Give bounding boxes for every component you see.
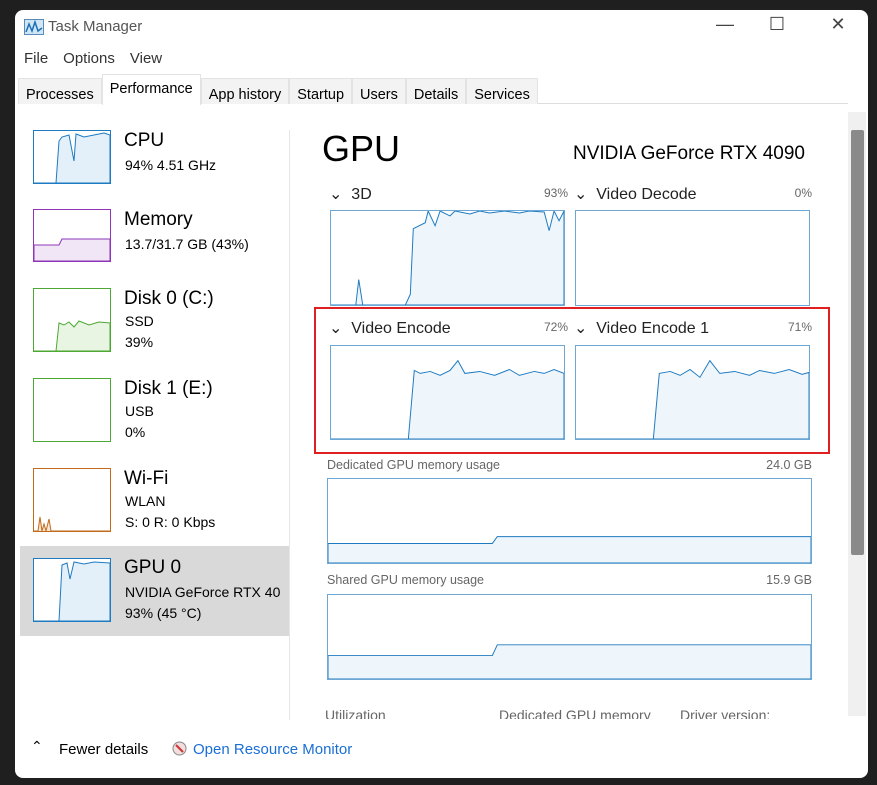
sidebar-item-gpu0[interactable]: GPU 0 NVIDIA GeForce RTX 40 93% (45 °C) <box>20 546 290 636</box>
sidebar-sub: WLAN <box>125 491 165 512</box>
tab-startup[interactable]: Startup <box>289 78 352 104</box>
graph-shared-memory <box>327 594 812 680</box>
chevron-up-icon[interactable]: ⌃ <box>31 738 43 755</box>
scrollbar-thumb[interactable] <box>851 130 864 555</box>
shared-memory-label: Shared GPU memory usage <box>327 573 484 587</box>
sidebar-sub: 93% (45 °C) <box>125 603 201 624</box>
dedicated-memory-label: Dedicated GPU memory usage <box>327 458 500 472</box>
highlight-box <box>314 307 830 454</box>
shared-memory-max: 15.9 GB <box>752 573 812 587</box>
title-bar: Task Manager <box>24 18 142 35</box>
graph-dedicated-memory <box>327 478 812 564</box>
sidebar-label: Memory <box>124 209 193 231</box>
tab-users[interactable]: Users <box>352 78 406 104</box>
disk0-thumbnail-graph <box>33 288 111 352</box>
engine-pct: 0% <box>752 186 812 200</box>
tab-details[interactable]: Details <box>406 78 466 104</box>
dedicated-memory-max: 24.0 GB <box>752 458 812 472</box>
sidebar-label: Disk 0 (C:) <box>124 288 214 310</box>
gpu-model: NVIDIA GeForce RTX 4090 <box>573 143 805 165</box>
sidebar-item-disk0[interactable]: Disk 0 (C:) SSD 39% <box>20 278 290 368</box>
sidebar-label: CPU <box>124 130 164 152</box>
memory-thumbnail-graph <box>33 209 111 262</box>
sidebar-sub: 0% <box>125 422 145 443</box>
graph-3d <box>330 210 565 306</box>
window-title: Task Manager <box>48 18 142 35</box>
engine-video-decode-dropdown[interactable]: ⌄ Video Decode <box>574 184 697 204</box>
sidebar-sub: 39% <box>125 332 153 353</box>
minimize-button[interactable]: — <box>705 14 745 35</box>
cpu-thumbnail-graph <box>33 130 111 184</box>
utilization-label: Utilization <box>325 707 386 719</box>
sidebar-label: Wi-Fi <box>124 468 168 490</box>
tab-performance[interactable]: Performance <box>102 74 201 105</box>
maximize-button[interactable]: ☐ <box>757 14 797 35</box>
disk1-thumbnail-graph <box>33 378 111 442</box>
sidebar-item-cpu[interactable]: CPU 94% 4.51 GHz <box>20 120 290 210</box>
gpu-thumbnail-graph <box>33 558 111 622</box>
divider <box>289 130 290 720</box>
driver-version-label: Driver version: <box>680 707 770 719</box>
dedicated-gpu-memory-label: Dedicated GPU memory <box>499 707 651 719</box>
resource-monitor-icon <box>172 741 187 756</box>
tab-services[interactable]: Services <box>466 78 538 104</box>
open-resource-monitor-link[interactable]: Open Resource Monitor <box>193 741 352 758</box>
close-button[interactable]: ✕ <box>818 14 858 35</box>
engine-3d-dropdown[interactable]: ⌄ 3D <box>329 184 372 204</box>
menu-file[interactable]: File <box>24 50 48 67</box>
sidebar-label: GPU 0 <box>124 557 181 579</box>
sidebar-sub: 94% 4.51 GHz <box>125 155 216 176</box>
tab-bar: Processes Performance App history Startu… <box>18 74 848 104</box>
sidebar-sub: SSD <box>125 311 154 332</box>
tab-app-history[interactable]: App history <box>201 78 290 104</box>
sidebar-item-disk1[interactable]: Disk 1 (E:) USB 0% <box>20 368 290 458</box>
menu-bar: File Options View <box>24 50 162 67</box>
sidebar-sub: NVIDIA GeForce RTX 40 <box>125 582 280 603</box>
engine-pct: 93% <box>508 186 568 200</box>
footer: ⌃ Fewer details Open Resource Monitor <box>15 732 868 778</box>
engine-label: 3D <box>351 186 371 203</box>
sidebar-sub: S: 0 R: 0 Kbps <box>125 512 215 533</box>
sidebar-label: Disk 1 (E:) <box>124 378 213 400</box>
page-title: GPU <box>322 128 400 170</box>
sidebar-sub: 13.7/31.7 GB (43%) <box>125 234 249 255</box>
menu-view[interactable]: View <box>130 50 162 67</box>
tab-processes[interactable]: Processes <box>18 78 102 104</box>
engine-label: Video Decode <box>596 186 696 203</box>
sidebar-item-memory[interactable]: Memory 13.7/31.7 GB (43%) <box>20 199 290 289</box>
task-manager-icon <box>24 19 44 35</box>
task-manager-window: Task Manager — ☐ ✕ File Options View Pro… <box>15 10 868 778</box>
fewer-details-button[interactable]: Fewer details <box>59 741 148 758</box>
sidebar-item-wifi[interactable]: Wi-Fi WLAN S: 0 R: 0 Kbps <box>20 458 290 548</box>
menu-options[interactable]: Options <box>63 50 115 67</box>
wifi-thumbnail-graph <box>33 468 111 532</box>
graph-video-decode <box>575 210 810 306</box>
sidebar-sub: USB <box>125 401 154 422</box>
